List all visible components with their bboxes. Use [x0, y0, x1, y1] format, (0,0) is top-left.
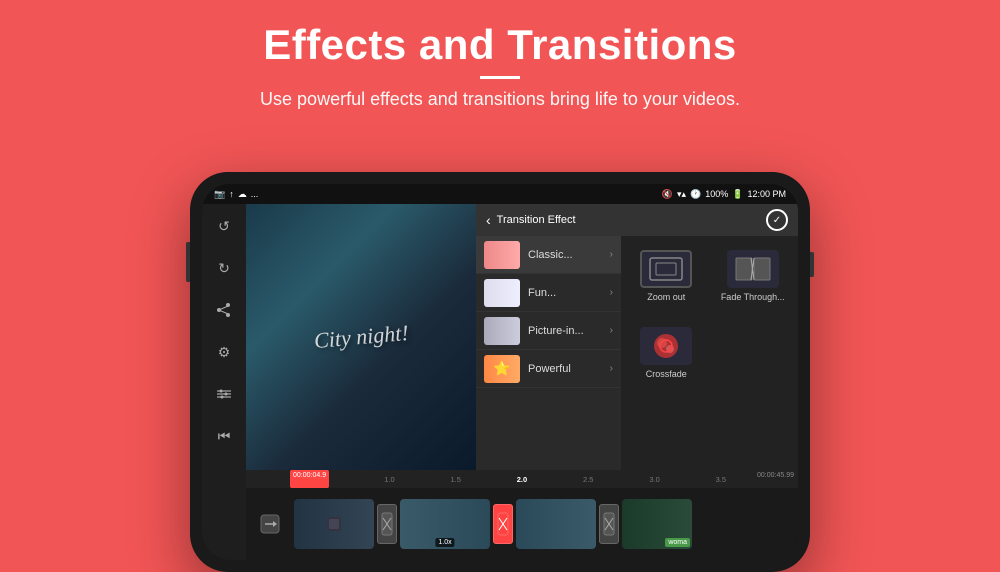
video-background: City night!	[246, 204, 476, 470]
back-button[interactable]: ‹	[486, 212, 491, 228]
category-thumb-powerful: ⭐	[484, 355, 520, 383]
effect-thumb-crossfade	[640, 327, 692, 365]
speed-badge: 1.0x	[435, 538, 454, 547]
status-bar: 📷 ↑ ☁ ... 🔇 ▾▴ 🕐 100% 🔋 12:00 PM	[202, 184, 798, 204]
effect-thumb-fade-through	[727, 250, 779, 288]
time-display: 12:00 PM	[747, 189, 786, 199]
effect-item-zoom-out[interactable]: Zoom out	[627, 242, 706, 311]
transition-marker-3[interactable]	[599, 504, 619, 544]
camera-icon: 📷	[214, 189, 225, 200]
battery-icon: 🔋	[732, 189, 743, 200]
watermark-badge: woma	[665, 538, 690, 547]
effect-label-zoom-out: Zoom out	[647, 292, 685, 302]
panel-header-left: ‹ Transition Effect	[486, 212, 576, 228]
timeline-area: 00:00:04.9 0.5 1.0 1.5 2.0 2.5 3.0 3.5 0…	[246, 470, 798, 560]
skip-back-button[interactable]: ⏮	[210, 422, 238, 450]
panel-title: Transition Effect	[497, 214, 576, 226]
ruler-mark: 1.5	[423, 475, 489, 484]
video-preview: City night!	[246, 204, 476, 470]
category-item-classic[interactable]: Classic... ›	[476, 236, 621, 274]
left-sidebar: ↺ ↻ ⚙	[202, 204, 246, 560]
category-label-fun: Fun...	[528, 287, 602, 299]
panel-content: Classic... › Fun...	[476, 236, 798, 470]
clock-icon: 🕐	[690, 189, 701, 200]
category-label-picture: Picture-in...	[528, 325, 602, 337]
track-content: 1.0x	[294, 496, 796, 552]
ruler-mark: 3.0	[621, 475, 687, 484]
stars-icon: ⭐	[493, 360, 510, 377]
track-clip-4[interactable]: woma	[622, 499, 692, 549]
app-area: ↺ ↻ ⚙	[202, 204, 798, 560]
share-button[interactable]	[210, 296, 238, 324]
ruler-mark: 3.5	[688, 475, 754, 484]
category-arrow-fun: ›	[610, 287, 613, 298]
effects-grid: Zoom out	[621, 236, 798, 470]
upload-icon: ↑	[229, 189, 234, 199]
settings-button[interactable]: ⚙	[210, 338, 238, 366]
category-thumb-picture	[484, 317, 520, 345]
transition-marker-2[interactable]	[493, 504, 513, 544]
confirm-button[interactable]: ✓	[766, 209, 788, 231]
category-item-picture[interactable]: Picture-in... ›	[476, 312, 621, 350]
category-arrow-picture: ›	[610, 325, 613, 336]
ruler-mark: 1.0	[356, 475, 422, 484]
effect-item-fade-through[interactable]: Fade Through...	[714, 242, 793, 311]
ruler-mark: 2.5	[555, 475, 621, 484]
header-section: Effects and Transitions Use powerful eff…	[260, 0, 740, 110]
category-list: Classic... › Fun...	[476, 236, 621, 470]
current-time-indicator: 00:00:04.9	[290, 470, 329, 488]
category-label-powerful: Powerful	[528, 363, 602, 375]
ruler-mark: 2.0	[489, 475, 555, 484]
power-button	[810, 252, 814, 277]
title-divider	[480, 76, 520, 79]
status-bar-right: 🔇 ▾▴ 🕐 100% 🔋 12:00 PM	[662, 189, 786, 200]
category-label-classic: Classic...	[528, 249, 602, 261]
phone-outer-shell: 📷 ↑ ☁ ... 🔇 ▾▴ 🕐 100% 🔋 12:00 PM	[190, 172, 810, 572]
status-bar-left: 📷 ↑ ☁ ...	[214, 189, 258, 200]
category-thumb-classic	[484, 241, 520, 269]
more-icon: ...	[251, 189, 259, 199]
wifi-icon: ▾▴	[677, 189, 686, 200]
end-time-label: 00:00:45.99	[757, 472, 794, 479]
battery-level: 100%	[705, 189, 728, 199]
transition-panel: ‹ Transition Effect ✓	[476, 204, 798, 470]
mixer-button[interactable]	[210, 380, 238, 408]
track-left-icons	[248, 514, 292, 534]
page-subtitle: Use powerful effects and transitions bri…	[260, 89, 740, 110]
page-title: Effects and Transitions	[260, 22, 740, 68]
category-item-fun[interactable]: Fun... ›	[476, 274, 621, 312]
category-item-powerful[interactable]: ⭐ Powerful ›	[476, 350, 621, 388]
cloud-icon: ☁	[238, 189, 247, 200]
category-arrow-classic: ›	[610, 249, 613, 260]
effect-thumb-zoom-out	[640, 250, 692, 288]
category-thumb-fun	[484, 279, 520, 307]
phone-mockup: 📷 ↑ ☁ ... 🔇 ▾▴ 🕐 100% 🔋 12:00 PM	[190, 172, 810, 572]
mute-icon: 🔇	[662, 189, 673, 200]
redo-button[interactable]: ↻	[210, 254, 238, 282]
panel-header: ‹ Transition Effect ✓	[476, 204, 798, 236]
track-clip-3[interactable]	[516, 499, 596, 549]
track-clip-2[interactable]: 1.0x	[400, 499, 490, 549]
track-clip-1[interactable]	[294, 499, 374, 549]
ruler-marks: 0.5 1.0 1.5 2.0 2.5 3.0 3.5	[290, 475, 754, 484]
effect-item-crossfade[interactable]: Crossfade	[627, 319, 706, 388]
volume-button	[186, 242, 190, 282]
timeline-track: 1.0x	[246, 488, 798, 560]
phone-screen: 📷 ↑ ☁ ... 🔇 ▾▴ 🕐 100% 🔋 12:00 PM	[202, 184, 798, 560]
timeline-ruler: 00:00:04.9 0.5 1.0 1.5 2.0 2.5 3.0 3.5 0…	[246, 470, 798, 488]
effect-label-fade-through: Fade Through...	[721, 292, 785, 302]
undo-button[interactable]: ↺	[210, 212, 238, 240]
transition-marker-1[interactable]	[377, 504, 397, 544]
effect-label-crossfade: Crossfade	[646, 369, 687, 379]
category-arrow-powerful: ›	[610, 363, 613, 374]
video-overlay-text: City night!	[313, 320, 410, 354]
